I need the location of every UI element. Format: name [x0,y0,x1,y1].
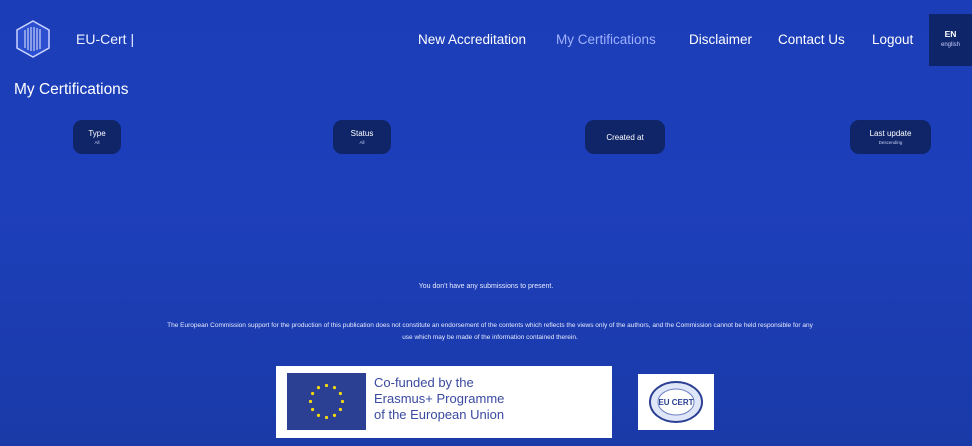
erasmus-cofunded-logo: Co-funded by the Erasmus+ Programme of t… [276,366,612,438]
empty-state-message: You don't have any submissions to presen… [418,283,554,290]
language-selector[interactable]: EN english [929,14,972,66]
eu-disclaimer-text: The European Commission support for the … [167,322,813,341]
page-title: My Certifications [14,81,129,98]
filter-type-label: Type [88,129,106,138]
nav-disclaimer[interactable]: Disclaimer [689,32,752,47]
brand-name[interactable]: EU-Cert | [76,31,134,47]
partner-logo-text: EU CERT [658,398,693,407]
cofunded-line-1: Co-funded by the [374,375,474,390]
eu-cert-logo-icon[interactable] [16,20,50,58]
top-header: EU-Cert | New Accreditation My Certifica… [0,0,972,80]
nav-new-accreditation[interactable]: New Accreditation [418,32,526,47]
filter-status-label: Status [350,129,374,138]
cofunded-line-3: of the European Union [374,407,505,422]
filter-type-value: All [94,140,100,145]
eu-flag-icon [287,373,366,430]
filter-status-value: All [359,140,365,145]
nav-contact-us[interactable]: Contact Us [778,32,845,47]
filter-last-update[interactable]: Last update Descending [850,120,931,154]
language-name: english [940,42,960,48]
filter-created-at-label: Created at [606,133,644,142]
filter-last-update-value: Descending [878,140,903,145]
filter-last-update-label: Last update [869,129,912,138]
nav-my-certifications[interactable]: My Certifications [556,32,656,47]
filter-status[interactable]: Status All [333,120,391,154]
filter-type[interactable]: Type All [73,120,121,154]
nav-logout[interactable]: Logout [872,32,913,47]
cofunded-text: Co-funded by the Erasmus+ Programme of t… [374,375,504,423]
cofunded-line-2: Erasmus+ Programme [374,391,505,406]
eu-cert-partner-logo-icon: EU CERT [638,374,714,430]
language-code: EN [944,29,957,39]
filter-created-at[interactable]: Created at [585,120,665,154]
